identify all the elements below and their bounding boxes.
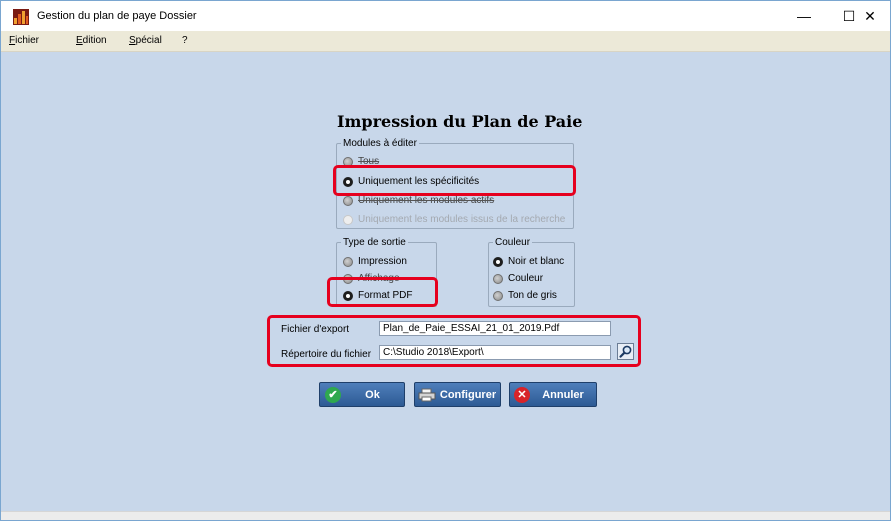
- menu-special[interactable]: Spécial: [129, 35, 162, 46]
- application-window: Gestion du plan de paye Dossier — ☐ ✕ Fi…: [0, 0, 891, 521]
- radio-ton-de-gris-label: Ton de gris: [508, 290, 557, 301]
- minimize-button[interactable]: —: [782, 1, 826, 31]
- configure-button-label: Configurer: [439, 388, 497, 401]
- radio-modules-recherche-label: Uniquement les modules issus de la reche…: [358, 214, 566, 225]
- cancel-button[interactable]: ✕ Annuler: [509, 382, 597, 407]
- radio-impression[interactable]: Impression: [343, 256, 407, 267]
- app-icon: [13, 9, 29, 25]
- title-bar[interactable]: Gestion du plan de paye Dossier — ☐ ✕: [1, 1, 890, 31]
- ok-button[interactable]: ✔ Ok: [319, 382, 405, 407]
- highlight-format-pdf: [327, 277, 438, 307]
- radio-couleur[interactable]: Couleur: [493, 273, 543, 284]
- radio-noir-et-blanc-indicator: [493, 256, 503, 267]
- radio-modules-actifs-indicator: [343, 195, 353, 206]
- menu-fichier[interactable]: Fichier: [9, 35, 39, 46]
- menu-bar: Fichier Edition Spécial ?: [1, 31, 890, 52]
- radio-impression-indicator: [343, 256, 353, 267]
- output-type-legend: Type de sortie: [343, 237, 406, 248]
- close-button[interactable]: ✕: [849, 1, 890, 31]
- menu-edition[interactable]: Edition: [76, 35, 107, 46]
- radio-noir-et-blanc-label: Noir et blanc: [508, 256, 565, 267]
- menu-edition-label: dition: [82, 35, 107, 46]
- radio-ton-de-gris[interactable]: Ton de gris: [493, 290, 557, 301]
- printer-icon: [418, 388, 436, 401]
- radio-modules-recherche-indicator: [343, 214, 353, 225]
- check-icon: ✔: [325, 386, 341, 403]
- ok-button-label: Ok: [365, 388, 380, 401]
- highlight-specificites: [333, 165, 576, 196]
- configure-button[interactable]: Configurer: [414, 382, 501, 407]
- menu-help-label: ?: [182, 35, 188, 46]
- radio-impression-label: Impression: [358, 256, 407, 267]
- radio-couleur-indicator: [493, 273, 503, 284]
- radio-couleur-label: Couleur: [508, 273, 544, 284]
- window-title: Gestion du plan de paye Dossier: [37, 10, 197, 22]
- highlight-export-fields: [267, 315, 641, 367]
- modules-legend: Modules à éditer: [343, 138, 417, 149]
- menu-edition-accel: E: [76, 35, 83, 46]
- cancel-x-icon: ✕: [514, 386, 530, 403]
- radio-noir-et-blanc[interactable]: Noir et blanc: [493, 256, 564, 267]
- color-legend: Couleur: [495, 237, 531, 248]
- status-bar: [1, 511, 890, 520]
- radio-ton-de-gris-indicator: [493, 290, 503, 301]
- menu-special-label: pécial: [135, 35, 162, 46]
- menu-fichier-label: ichier: [15, 35, 40, 46]
- menu-help[interactable]: ?: [182, 35, 188, 46]
- dialog-title: Impression du Plan de Paie: [337, 112, 583, 131]
- radio-modules-actifs[interactable]: Uniquement les modules actifs: [343, 195, 494, 206]
- cancel-button-label: Annuler: [542, 388, 584, 401]
- radio-modules-actifs-label: Uniquement les modules actifs: [358, 195, 495, 206]
- radio-modules-recherche: Uniquement les modules issus de la reche…: [343, 214, 565, 225]
- menu-special-accel: S: [129, 35, 136, 46]
